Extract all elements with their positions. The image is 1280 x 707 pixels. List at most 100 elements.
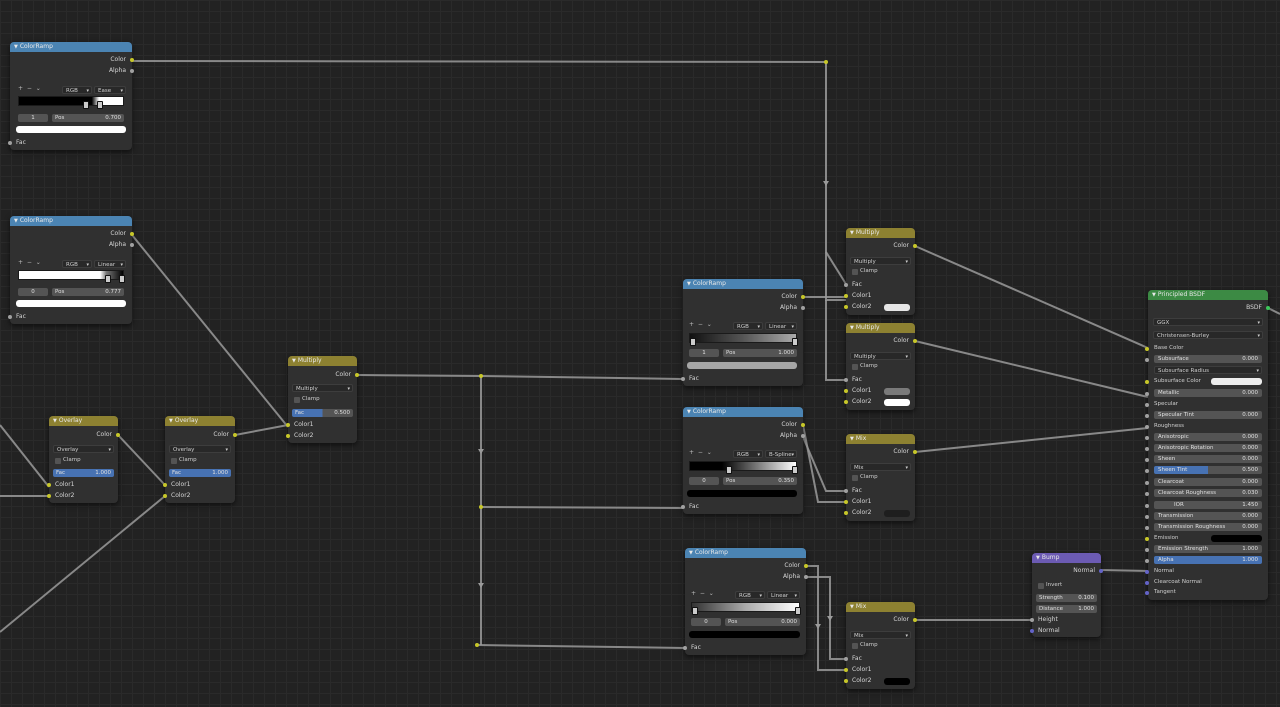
plus-icon[interactable]: + [18,85,23,92]
ramp-stop[interactable] [105,275,111,283]
colorramp-node-5[interactable]: ▼ ColorRamp Color Alpha + − ⌄ RGB ▾ Linear… [683,548,808,655]
socket[interactable] [683,646,687,650]
node-header[interactable]: ▼ Multiply [846,323,915,333]
interpolation-dropdown[interactable]: Linear ▾ [767,591,800,599]
metallic-field[interactable]: Metallic 0.000 [1145,389,1262,397]
ramp-stop[interactable] [792,466,798,474]
socket[interactable] [355,373,359,377]
stop-color-swatch[interactable] [687,490,797,497]
socket[interactable] [1145,358,1149,362]
emission-strength-field[interactable]: Emission Strength 1.000 [1145,545,1262,553]
overlay-node-2[interactable]: ▼ Overlay Color Overlay ▾ Clamp Fac 1.000 C… [163,416,237,503]
color2-swatch[interactable] [884,678,910,685]
emission-color-swatch[interactable] [1211,535,1262,542]
socket[interactable] [804,575,808,579]
transmission-field[interactable]: Transmission 0.000 [1145,512,1262,520]
socket[interactable] [844,489,848,493]
socket[interactable] [1266,306,1270,310]
blend-mode-dropdown[interactable]: Multiply ▾ [292,384,353,392]
blend-mode-dropdown[interactable]: Multiply ▾ [850,352,911,360]
minus-icon[interactable]: − [698,449,703,456]
bump-node[interactable]: ▼ Bump Normal Invert Strength 0.100 Distan… [1030,553,1103,637]
socket[interactable] [844,283,848,287]
socket[interactable] [1145,447,1149,451]
node-header[interactable]: ▼ Mix [846,434,915,444]
color-ramp-bar[interactable] [689,461,798,474]
clamp-checkbox[interactable] [852,475,858,481]
stop-index-field[interactable]: 0 [18,288,48,296]
socket[interactable] [844,294,848,298]
ramp-stop[interactable] [726,466,732,474]
socket[interactable] [1145,570,1149,574]
triangle-down-icon[interactable]: ▼ [53,418,57,424]
node-header[interactable]: ▼ ColorRamp [683,407,803,417]
socket[interactable] [1145,504,1149,508]
subsurface-color-swatch[interactable] [1211,378,1262,385]
blend-mode-dropdown[interactable]: Multiply ▾ [850,257,911,265]
node-header[interactable]: ▼ Principled BSDF [1148,290,1268,300]
socket[interactable] [801,295,805,299]
socket[interactable] [1145,425,1149,429]
socket[interactable] [1145,515,1149,519]
socket[interactable] [1145,469,1149,473]
socket[interactable] [130,58,134,62]
socket[interactable] [844,668,848,672]
socket[interactable] [163,494,167,498]
plus-icon[interactable]: + [18,259,23,266]
triangle-down-icon[interactable]: ▼ [850,230,854,236]
socket[interactable] [844,389,848,393]
interpolation-dropdown[interactable]: Linear ▾ [765,322,797,330]
color2-swatch[interactable] [884,304,910,311]
socket[interactable] [1030,629,1034,633]
socket[interactable] [1145,380,1149,384]
clearcoat-roughness-field[interactable]: Clearcoat Roughness 0.030 [1145,489,1262,497]
multiply-node-2[interactable]: ▼ Multiply Color Multiply ▾ Clamp Fac Colo… [844,323,917,410]
blend-mode-dropdown[interactable]: Overlay ▾ [169,445,231,453]
socket[interactable] [801,434,805,438]
colorramp-node-4[interactable]: ▼ ColorRamp Color Alpha + − ⌄ RGB ▾ B-Spli… [681,407,805,514]
socket[interactable] [913,450,917,454]
socket[interactable] [681,377,685,381]
socket[interactable] [130,243,134,247]
stop-color-swatch[interactable] [16,126,126,133]
ramp-stop[interactable] [792,338,798,346]
stop-index-field[interactable]: 1 [18,114,48,122]
triangle-down-icon[interactable]: ▼ [850,604,854,610]
anisotropic-field[interactable]: Anisotropic 0.000 [1145,433,1262,441]
stop-index-field[interactable]: 0 [691,618,721,626]
chevron-down-icon[interactable]: ⌄ [707,449,712,456]
socket[interactable] [844,511,848,515]
color-ramp-bar[interactable] [691,602,801,615]
socket[interactable] [286,423,290,427]
multiply-node-1[interactable]: ▼ Multiply Color Multiply ▾ Clamp Fac Colo… [844,228,917,315]
ramp-stop[interactable] [97,101,103,109]
fac-field[interactable]: Fac 1.000 [53,469,114,477]
chevron-down-icon[interactable]: ⌄ [36,85,41,92]
triangle-down-icon[interactable]: ▼ [689,550,693,556]
color2-swatch[interactable] [884,510,910,517]
specular-tint-field[interactable]: Specular Tint 0.000 [1145,411,1262,419]
socket[interactable] [844,657,848,661]
subsurface-field[interactable]: Subsurface 0.000 [1145,355,1262,363]
interpolation-dropdown[interactable]: Ease ▾ [94,86,126,94]
socket[interactable] [913,618,917,622]
stop-color-swatch[interactable] [687,362,797,369]
minus-icon[interactable]: − [700,590,705,597]
minus-icon[interactable]: − [27,259,32,266]
sheen-tint-field[interactable]: Sheen Tint 0.500 [1145,466,1262,474]
node-header[interactable]: ▼ ColorRamp [683,279,803,289]
chevron-down-icon[interactable]: ⌄ [707,321,712,328]
stop-index-field[interactable]: 0 [689,477,719,485]
color-mode-dropdown[interactable]: RGB ▾ [733,450,763,458]
stop-color-swatch[interactable] [16,300,126,307]
node-header[interactable]: ▼ Multiply [288,356,357,366]
mix-node-2[interactable]: ▼ Mix Color Mix ▾ Clamp Fac Color1 Color2 [844,602,917,689]
triangle-down-icon[interactable]: ▼ [1036,555,1040,561]
triangle-down-icon[interactable]: ▼ [14,44,18,50]
clamp-checkbox[interactable] [852,364,858,370]
socket[interactable] [913,339,917,343]
ramp-stop[interactable] [119,275,125,283]
socket[interactable] [1030,618,1034,622]
triangle-down-icon[interactable]: ▼ [169,418,173,424]
socket[interactable] [1145,436,1149,440]
